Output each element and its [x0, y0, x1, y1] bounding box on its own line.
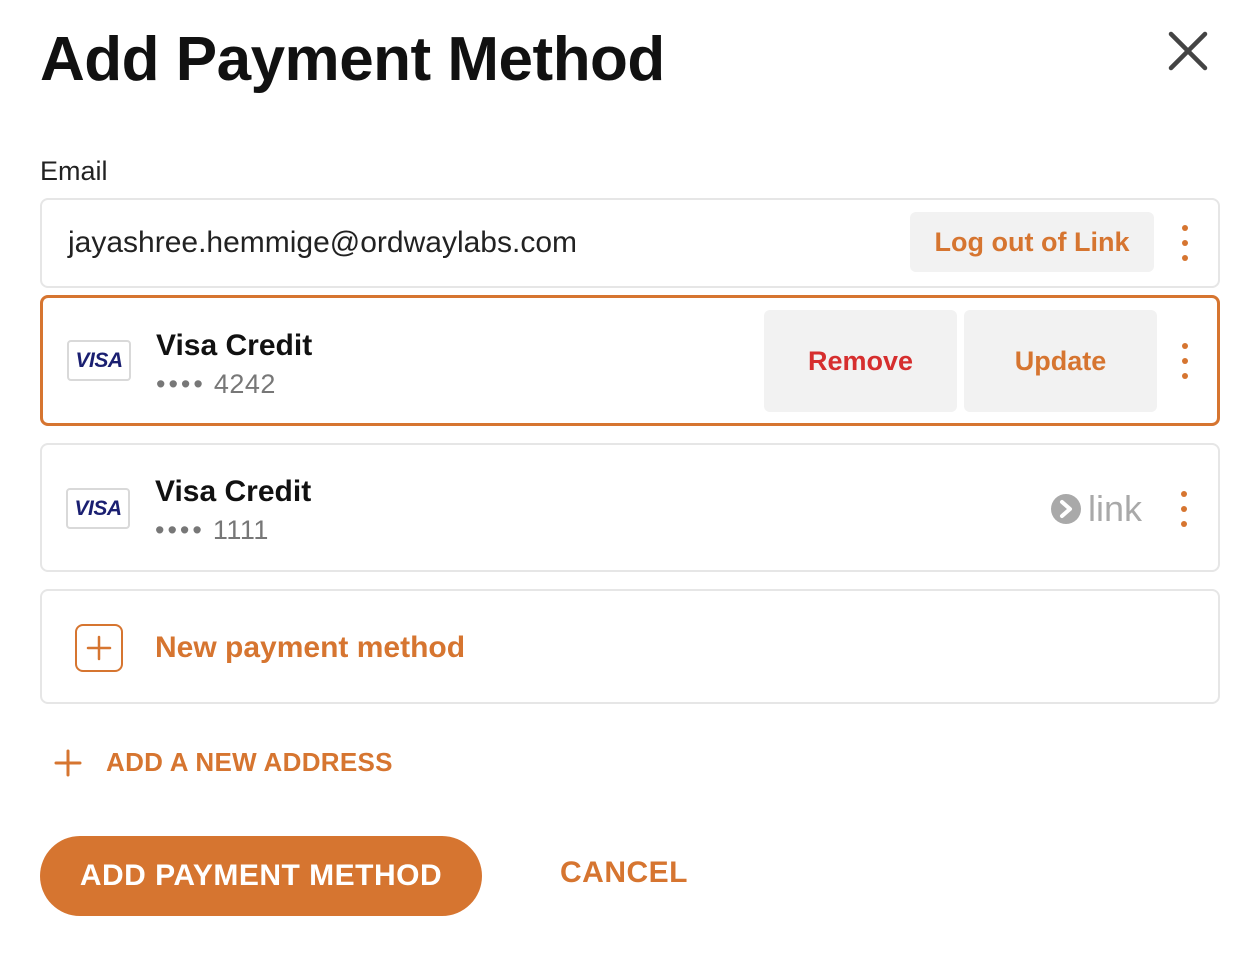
- close-icon: [1168, 31, 1208, 71]
- visa-logo-icon: VISA: [66, 488, 130, 529]
- payment-method-last4: •••• 1111: [155, 515, 269, 545]
- payment-method-menu-kebab-icon[interactable]: [1177, 491, 1191, 527]
- email-field[interactable]: jayashree.hemmige@ordwaylabs.com Log out…: [40, 198, 1220, 288]
- update-button[interactable]: Update: [964, 310, 1157, 412]
- remove-button[interactable]: Remove: [764, 310, 957, 412]
- cancel-button[interactable]: CANCEL: [560, 856, 688, 890]
- add-address-button[interactable]: ADD A NEW ADDRESS: [54, 747, 393, 778]
- link-arrow-icon: [1051, 494, 1081, 524]
- plus-icon: [54, 749, 82, 776]
- email-menu-kebab-icon[interactable]: [1178, 225, 1192, 261]
- payment-method-name: Visa Credit: [155, 475, 312, 508]
- email-value: jayashree.hemmige@ordwaylabs.com: [68, 226, 578, 259]
- visa-logo-icon: VISA: [67, 340, 131, 381]
- payment-method-menu-kebab-icon[interactable]: [1178, 343, 1192, 379]
- new-payment-method-label: New payment method: [155, 631, 466, 664]
- email-label: Email: [40, 156, 108, 186]
- payment-method-card-1111[interactable]: VISA Visa Credit •••• 1111 link: [40, 443, 1220, 572]
- payment-method-card-4242[interactable]: VISA Visa Credit •••• 4242 Remove Update: [40, 295, 1220, 426]
- link-badge-label: link: [1088, 488, 1143, 529]
- add-payment-method-button[interactable]: ADD PAYMENT METHOD: [40, 836, 482, 916]
- add-address-label: ADD A NEW ADDRESS: [106, 747, 393, 777]
- close-button[interactable]: [1163, 26, 1213, 76]
- link-badge: link: [1050, 488, 1142, 530]
- modal-title: Add Payment Method: [40, 25, 665, 94]
- new-payment-method-button[interactable]: New payment method: [40, 589, 1220, 704]
- payment-method-last4: •••• 4242: [156, 369, 276, 399]
- plus-square-icon: [75, 624, 123, 672]
- payment-method-name: Visa Credit: [156, 329, 313, 362]
- logout-link-button[interactable]: Log out of Link: [910, 212, 1154, 272]
- add-payment-method-modal: Add Payment Method Email jayashree.hemmi…: [0, 0, 1254, 954]
